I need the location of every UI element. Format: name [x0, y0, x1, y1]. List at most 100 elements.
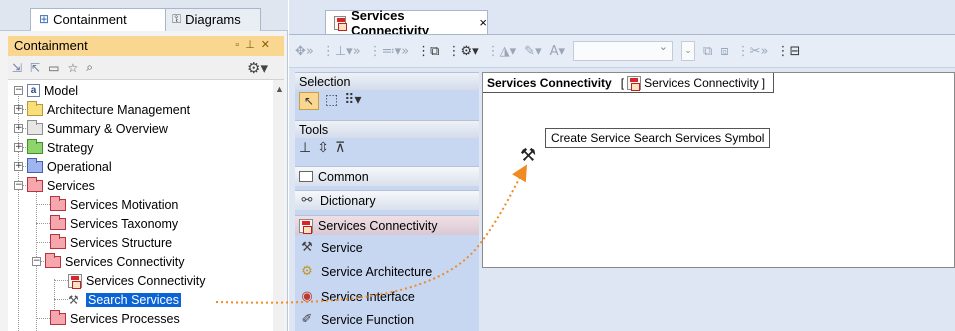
font-family-select[interactable]: [573, 40, 674, 61]
spacing-tool-icon[interactable]: ⊼: [335, 140, 345, 156]
expand-toggle-icon[interactable]: +: [14, 105, 23, 114]
tree-item-label: Operational: [47, 159, 112, 174]
tree-item-label: Strategy: [47, 140, 94, 155]
tree-item-services-processes[interactable]: Services Processes: [50, 309, 180, 328]
open-folder-icon[interactable]: ▭: [48, 61, 59, 75]
service-icon: ⚒: [68, 292, 79, 307]
expand-toggle-icon[interactable]: +: [14, 143, 23, 152]
tree-item-label: Architecture Management: [47, 102, 191, 117]
tab-containment[interactable]: ⊞ Containment: [30, 8, 166, 31]
package-icon: [50, 195, 66, 211]
tree-item-label-selected: Search Services: [86, 292, 182, 307]
palette-item-dictionary[interactable]: ⚯ Dictionary: [295, 190, 479, 210]
tree-item-label: Summary & Overview: [47, 121, 168, 136]
tab-diagrams[interactable]: ⚿ Diagrams: [163, 8, 261, 31]
text-tool-icon[interactable]: ⊥: [299, 140, 311, 156]
palette-item-label: Dictionary: [320, 193, 376, 208]
palette-item-service-interface[interactable]: ◉ Service Interface: [299, 287, 415, 307]
expand-all-icon[interactable]: ⇱: [30, 61, 40, 75]
palette-section-label: Tools: [299, 123, 329, 137]
multi-select-icon[interactable]: ⠿▾: [344, 92, 361, 110]
favorite-star-icon[interactable]: ☆: [67, 61, 78, 75]
tree-guide-line: [36, 223, 50, 224]
diagram-editor-pane: Services Connectivity × ✥» ⋮⊥▾» ⋮≕▾» ⋮⧉ …: [289, 0, 955, 331]
tab-diagrams-label: Diagrams: [185, 12, 241, 27]
tree-item-summary-overview[interactable]: + Summary & Overview: [14, 119, 168, 138]
scissors-icon[interactable]: ⋮✂»: [737, 44, 769, 59]
package-icon: [27, 157, 43, 173]
more-tools-icon[interactable]: ⋮⊟: [776, 44, 800, 59]
palette-tools-header[interactable]: Tools: [295, 120, 479, 138]
package-icon: [27, 138, 43, 154]
tree-item-services[interactable]: − Services: [14, 176, 95, 195]
browser-tab-strip: ⊞ Containment ⚿ Diagrams: [0, 0, 288, 31]
copy-format-icon[interactable]: ⧈: [720, 44, 728, 59]
tree-item-services-structure[interactable]: Services Structure: [50, 233, 172, 252]
selection-tools: ↖ ⬚ ⠿▾: [299, 92, 362, 110]
containment-panel-header: Containment ▫⊥✕: [8, 36, 284, 56]
tree-item-services-connectivity-diagram[interactable]: Services Connectivity: [68, 271, 206, 290]
tree-item-model[interactable]: − a Model: [14, 81, 78, 100]
editor-background: [482, 268, 955, 331]
line-color-icon[interactable]: ✎▾: [524, 44, 541, 59]
collapse-all-icon[interactable]: ⇲: [12, 61, 22, 75]
service-icon: ⚒: [301, 240, 313, 255]
palette-item-service[interactable]: ⚒ Service: [299, 238, 363, 258]
font-size-select[interactable]: ⌄: [681, 41, 696, 61]
palette-item-service-function[interactable]: ✐ Service Function: [299, 310, 415, 330]
split-tool-icon[interactable]: ⇳: [317, 140, 329, 156]
tree-item-services-connectivity-package[interactable]: − Services Connectivity: [32, 252, 185, 271]
close-tab-icon[interactable]: ×: [479, 15, 487, 30]
tree-item-services-taxonomy[interactable]: Services Taxonomy: [50, 214, 178, 233]
drop-cursor-icon: ⚒: [520, 145, 537, 166]
palette-item-service-architecture[interactable]: ⚙ Service Architecture: [299, 262, 432, 282]
marquee-select-icon[interactable]: ⬚: [325, 92, 338, 110]
pin-icon[interactable]: ⊥: [245, 39, 261, 51]
gear-icon[interactable]: ⋮⚙▾: [447, 44, 478, 59]
tree-item-services-motivation[interactable]: Services Motivation: [50, 195, 178, 214]
palette-section-label: Selection: [299, 75, 351, 89]
align-icon[interactable]: ⋮≕▾»: [369, 44, 409, 59]
package-icon: [27, 119, 43, 135]
gear-icon[interactable]: ⚙▾: [247, 59, 268, 77]
collapse-toggle-icon[interactable]: −: [14, 86, 23, 95]
tree-scrollbar[interactable]: ▲: [273, 80, 284, 331]
tree-guide-line: [54, 279, 55, 309]
tree-item-architecture-management[interactable]: + Architecture Management: [14, 100, 190, 119]
diagram-canvas[interactable]: Services Connectivity [ Services Connect…: [482, 72, 955, 268]
font-color-icon[interactable]: A▾: [550, 44, 565, 59]
expand-toggle-icon[interactable]: +: [14, 124, 23, 133]
service-architecture-icon: ⚙: [301, 264, 313, 279]
layout-icon[interactable]: ⋮⊥▾»: [322, 44, 361, 59]
package-icon: [27, 176, 43, 192]
collapse-toggle-icon[interactable]: −: [32, 257, 41, 266]
tree-item-search-services[interactable]: ⚒ Search Services: [68, 290, 182, 309]
palette-folder-label: Services Connectivity: [318, 218, 438, 233]
package-icon: [50, 309, 66, 325]
palette-item-label: Service Interface: [321, 290, 415, 304]
tree-item-strategy[interactable]: + Strategy: [14, 138, 94, 157]
palette-item-label: Service Architecture: [321, 265, 433, 279]
search-icon[interactable]: ⌕: [86, 60, 93, 75]
tree-item-label: Services: [47, 178, 95, 193]
fill-color-icon[interactable]: ⋮◮▾: [487, 44, 517, 59]
palette-folder-common[interactable]: Common: [295, 166, 479, 186]
tree-item-operational[interactable]: + Operational: [14, 157, 112, 176]
palette-selection-header[interactable]: Selection: [295, 72, 479, 90]
editor-tab-services-connectivity[interactable]: Services Connectivity ×: [325, 8, 488, 38]
restore-icon[interactable]: ▫: [235, 39, 245, 51]
pointer-icon[interactable]: ↖: [299, 92, 319, 110]
diagram-icon: [299, 218, 313, 234]
tree-item-label: Services Processes: [70, 311, 180, 326]
select-in-browser-icon[interactable]: ⋮⧉: [417, 44, 439, 59]
navigate-icon[interactable]: ✥»: [295, 44, 314, 59]
expand-toggle-icon[interactable]: +: [14, 162, 23, 171]
format-icon[interactable]: ⧉: [703, 44, 712, 59]
service-interface-icon: ◉: [301, 289, 313, 304]
palette-folder-label: Common: [318, 169, 369, 184]
collapse-toggle-icon[interactable]: −: [14, 181, 23, 190]
scroll-up-icon[interactable]: ▲: [275, 84, 284, 94]
close-icon[interactable]: ✕: [261, 39, 276, 51]
containment-toolbar: ⇲ ⇱ ▭ ☆ ⌕ ⚙▾: [8, 56, 284, 80]
palette-folder-services-connectivity[interactable]: Services Connectivity: [295, 215, 479, 235]
